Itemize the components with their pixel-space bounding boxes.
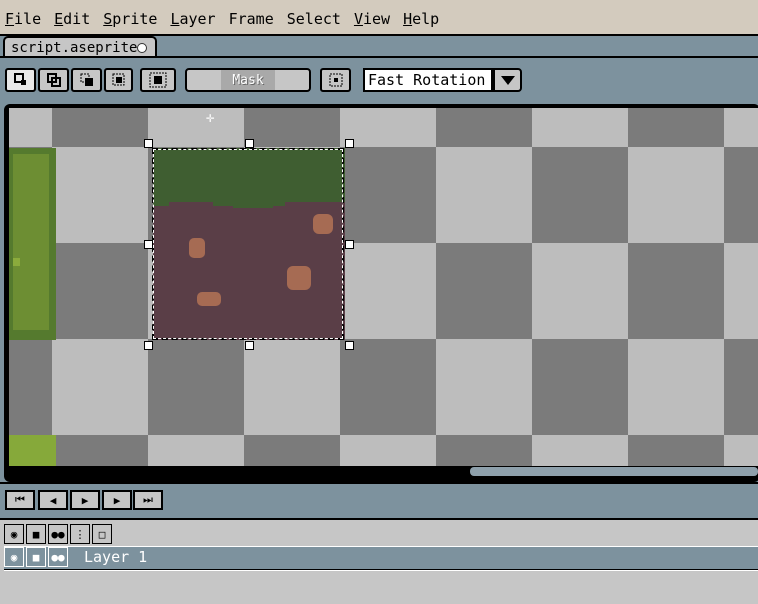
transform-handle-top[interactable] — [245, 139, 254, 148]
neighbor-tile-fill — [13, 154, 49, 330]
selection-add-button[interactable] — [38, 68, 69, 92]
menu-layer[interactable]: Layer — [165, 0, 223, 34]
eye-icon: ◉ — [10, 527, 18, 541]
play-button[interactable]: ▶ — [70, 490, 100, 510]
rotation-algorithm-select[interactable]: Fast Rotation — [363, 68, 493, 92]
last-frame-icon: ⏭ — [143, 493, 153, 506]
layers-panel: ◉ ■ ●● ⋮ □ ◉ ■ ●● Layer 1 — [0, 518, 758, 604]
menu-view[interactable]: View — [349, 0, 398, 34]
dirt-spot — [189, 238, 205, 258]
dirt-spot — [197, 292, 221, 306]
crosshair-cursor-icon: ✛ — [206, 110, 215, 126]
dirt-spot — [313, 214, 333, 234]
mask-button[interactable]: Mask — [185, 68, 311, 92]
transform-handle-top-right[interactable] — [345, 139, 354, 148]
playback-controls: ⏮ ◀ ▶ ▶ ⏭ — [0, 484, 758, 518]
selection-replace-button[interactable] — [5, 68, 36, 92]
tab-script-aseprite[interactable]: script.aseprite — [3, 36, 157, 58]
pivot-button[interactable] — [320, 68, 351, 92]
frame-header-button[interactable]: □ — [92, 524, 112, 544]
layer-name[interactable]: Layer 1 — [84, 548, 147, 566]
last-frame-button[interactable]: ⏭ — [133, 490, 163, 510]
lock-icon: ■ — [32, 527, 40, 541]
tab-title: script.aseprite — [11, 40, 138, 56]
transform-handle-left[interactable] — [144, 240, 153, 249]
next-frame-button[interactable]: ▶ — [102, 490, 132, 510]
selection-subtract-button[interactable] — [71, 68, 102, 92]
menu-frame[interactable]: Frame — [224, 0, 282, 34]
link-icon: ●● — [51, 550, 65, 564]
selection-replace-icon — [13, 73, 26, 85]
layers-header: ◉ ■ ●● ⋮ □ — [4, 524, 758, 546]
continuous-header-button[interactable]: ⋮ — [70, 524, 90, 544]
previous-frame-button[interactable]: ◀ — [38, 490, 68, 510]
grass-edge — [213, 206, 233, 210]
continuous-icon: ⋮ — [74, 527, 86, 541]
unlock-icon: ■ — [32, 550, 40, 564]
selection-subtract-icon — [80, 73, 93, 86]
eye-icon: ◉ — [10, 550, 18, 564]
rotation-dropdown-button[interactable] — [493, 68, 522, 92]
sprite-canvas[interactable] — [9, 108, 758, 466]
selection-add-icon — [46, 73, 61, 87]
menu-help[interactable]: Help — [398, 0, 447, 34]
link-icon: ●● — [51, 527, 65, 541]
lock-header-button[interactable]: ■ — [26, 524, 46, 544]
menu-bar: File Edit Sprite Layer Frame Select View… — [0, 0, 758, 36]
grass-edge — [273, 206, 285, 210]
menu-file[interactable]: File — [0, 0, 49, 34]
grass-layer — [153, 148, 345, 208]
transparent-color-icon — [149, 72, 167, 88]
transform-handle-bottom[interactable] — [245, 341, 254, 350]
menu-edit[interactable]: Edit — [49, 0, 98, 34]
play-icon: ▶ — [81, 493, 89, 507]
frame-icon: □ — [98, 527, 106, 541]
neighbor-tile-dot — [13, 258, 20, 266]
first-frame-button[interactable]: ⏮ — [5, 490, 35, 510]
layer-visibility-toggle[interactable]: ◉ — [4, 547, 24, 567]
menu-select[interactable]: Select — [282, 0, 349, 34]
modified-dot-icon[interactable] — [137, 43, 147, 53]
layer-row[interactable]: ◉ ■ ●● Layer 1 — [4, 546, 758, 570]
grass-edge — [153, 206, 169, 210]
tab-strip: script.aseprite — [0, 36, 758, 58]
layer-link-toggle[interactable]: ●● — [48, 547, 68, 567]
link-header-button[interactable]: ●● — [48, 524, 68, 544]
grass-edge — [285, 202, 345, 210]
previous-frame-icon: ◀ — [49, 493, 57, 507]
chevron-down-icon — [501, 76, 515, 85]
transform-handle-bottom-right[interactable] — [345, 341, 354, 350]
horizontal-scroll-thumb[interactable] — [470, 467, 758, 476]
first-frame-icon: ⏮ — [15, 493, 25, 506]
layers-empty-area — [4, 570, 758, 603]
transparent-color-button[interactable] — [140, 68, 176, 92]
context-toolbar: Mask Fast Rotation — [0, 58, 758, 104]
transform-handle-right[interactable] — [345, 240, 354, 249]
menu-sprite[interactable]: Sprite — [98, 0, 165, 34]
neighbor-tile-bottom — [9, 435, 56, 466]
selection-intersect-button[interactable] — [104, 68, 133, 92]
grass-edge — [169, 202, 213, 210]
next-frame-icon: ▶ — [113, 493, 121, 507]
visibility-header-button[interactable]: ◉ — [4, 524, 24, 544]
selection-intersect-icon — [112, 73, 124, 86]
transform-handle-bottom-left[interactable] — [144, 341, 153, 350]
pivot-icon — [329, 73, 342, 87]
dirt-spot — [287, 266, 311, 290]
layer-lock-toggle[interactable]: ■ — [26, 547, 46, 567]
selected-sprite-tile[interactable] — [153, 148, 345, 340]
transform-handle-top-left[interactable] — [144, 139, 153, 148]
neighbor-tile-left — [9, 148, 56, 340]
